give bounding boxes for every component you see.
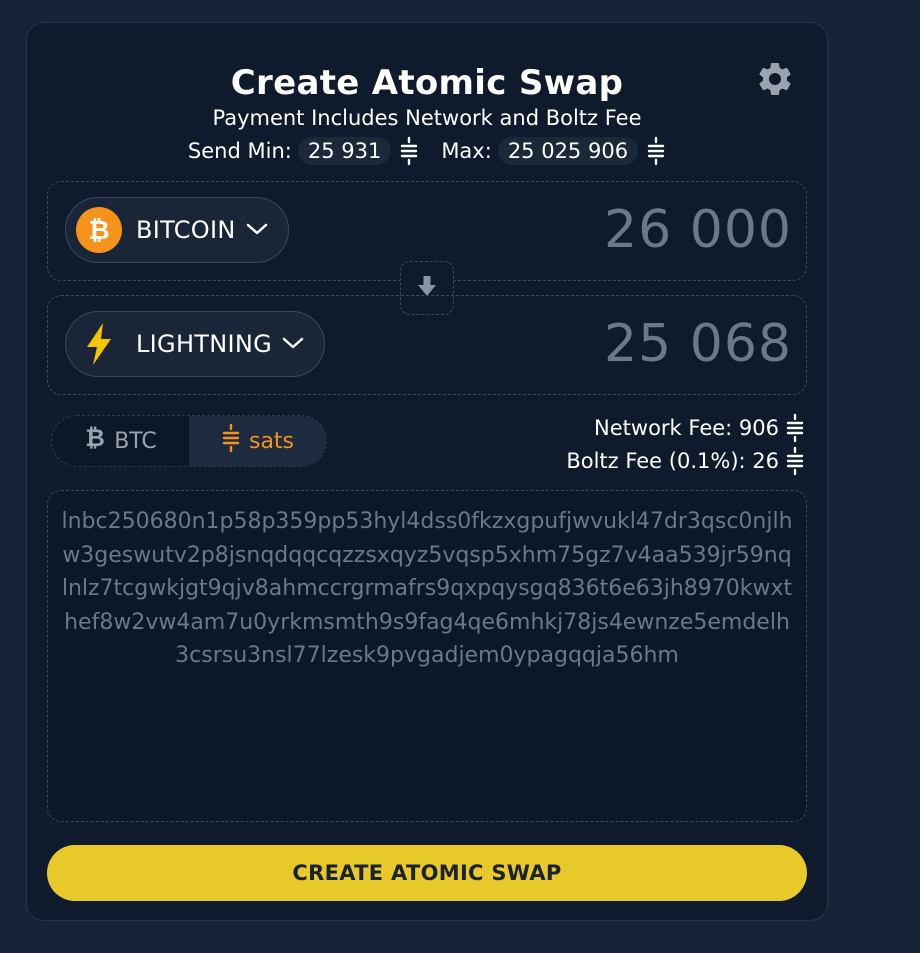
svg-text:₿: ₿ [85, 424, 105, 452]
sats-icon [646, 136, 666, 166]
lightning-bolt-icon [76, 321, 122, 367]
receive-asset-name: LIGHTNING [136, 330, 273, 358]
send-asset-name: BITCOIN [136, 216, 236, 244]
sats-icon [785, 413, 805, 443]
sats-label: sats [248, 428, 295, 454]
bitcoin-icon: ₿ [76, 207, 122, 253]
denomination-toggle: ₿ BTC sats [51, 415, 327, 467]
sats-icon [785, 446, 805, 476]
send-asset-selector[interactable]: ₿ BITCOIN [65, 197, 289, 263]
btc-label: BTC [114, 428, 157, 454]
create-atomic-swap-button[interactable]: CREATE ATOMIC SWAP [47, 845, 807, 901]
sats-icon [399, 136, 419, 166]
page-title: Create Atomic Swap [230, 63, 624, 103]
receive-amount-input[interactable]: 25 068 [432, 314, 792, 374]
send-amount-input[interactable]: 26 000 [432, 200, 792, 260]
fee-summary: Network Fee: 906 Boltz Fee (0.1%): 26 [566, 411, 805, 477]
send-limits: Send Min: 25 931 Max: 25 025 906 [27, 135, 827, 167]
boltz-fee-text: Boltz Fee (0.1%): 26 [566, 448, 779, 473]
settings-gear-icon[interactable] [755, 59, 795, 99]
chevron-down-icon [282, 335, 304, 354]
receive-asset-box: LIGHTNING 25 068 [47, 295, 807, 395]
boltz-fee-row: Boltz Fee (0.1%): 26 [566, 444, 805, 477]
sats-icon [221, 423, 241, 459]
network-fee-row: Network Fee: 906 [566, 411, 805, 444]
denomination-sats-option[interactable]: sats [189, 416, 326, 466]
swap-card: Create Atomic Swap Payment Includes Netw… [26, 22, 828, 921]
max-label: Max: [441, 139, 492, 163]
max-value[interactable]: 25 025 906 [497, 137, 639, 165]
denomination-btc-option[interactable]: ₿ BTC [52, 416, 189, 466]
bitcoin-symbol-icon: ₿ [84, 424, 106, 458]
fee-subtitle: Payment Includes Network and Boltz Fee [212, 106, 642, 130]
min-value[interactable]: 25 931 [297, 137, 392, 165]
invoice-textarea[interactable]: lnbc250680n1p58p359pp53hyl4dss0fkzxgpufj… [47, 490, 807, 822]
svg-text:₿: ₿ [88, 216, 109, 245]
min-label: Send Min: [187, 139, 292, 163]
chevron-down-icon [246, 221, 268, 240]
network-fee-text: Network Fee: 906 [594, 415, 779, 440]
receive-asset-selector[interactable]: LIGHTNING [65, 311, 326, 377]
